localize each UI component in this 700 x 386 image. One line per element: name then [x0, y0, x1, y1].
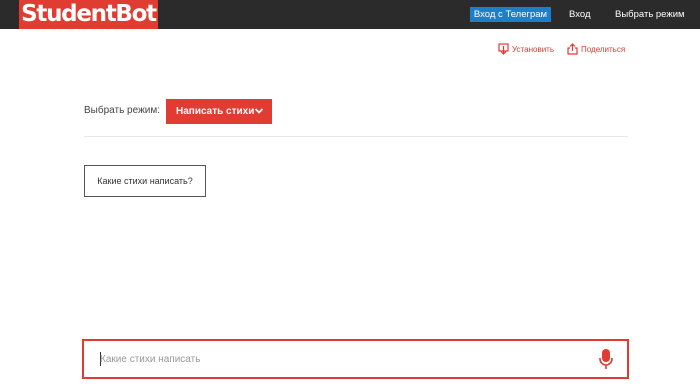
login-link[interactable]: Вход — [569, 7, 591, 22]
share-label: Поделиться — [581, 44, 626, 54]
share-icon — [567, 43, 578, 55]
install-label: Установить — [512, 44, 554, 54]
share-button[interactable]: Поделиться — [567, 43, 625, 55]
select-mode-link[interactable]: Выбрать режим — [615, 7, 685, 22]
logo[interactable]: StudentBot — [19, 0, 158, 29]
microphone-icon[interactable] — [598, 348, 614, 370]
telegram-login-button[interactable]: Вход с Телеграм — [470, 7, 551, 22]
chevron-down-icon — [254, 108, 264, 114]
mode-dropdown-value: Написать стихи — [176, 106, 255, 117]
mode-label: Выбрать режим: — [84, 105, 160, 116]
install-button[interactable]: Установить — [498, 43, 554, 55]
install-icon — [498, 43, 509, 55]
message-composer — [82, 339, 629, 379]
mode-dropdown[interactable]: Написать стихи — [166, 99, 272, 124]
suggestion-button[interactable]: Какие стихи написать? — [84, 165, 206, 197]
top-navigation-bar: StudentBot Вход с Телеграм Вход Выбрать … — [0, 0, 700, 29]
message-input[interactable] — [100, 341, 580, 377]
divider — [84, 136, 628, 137]
